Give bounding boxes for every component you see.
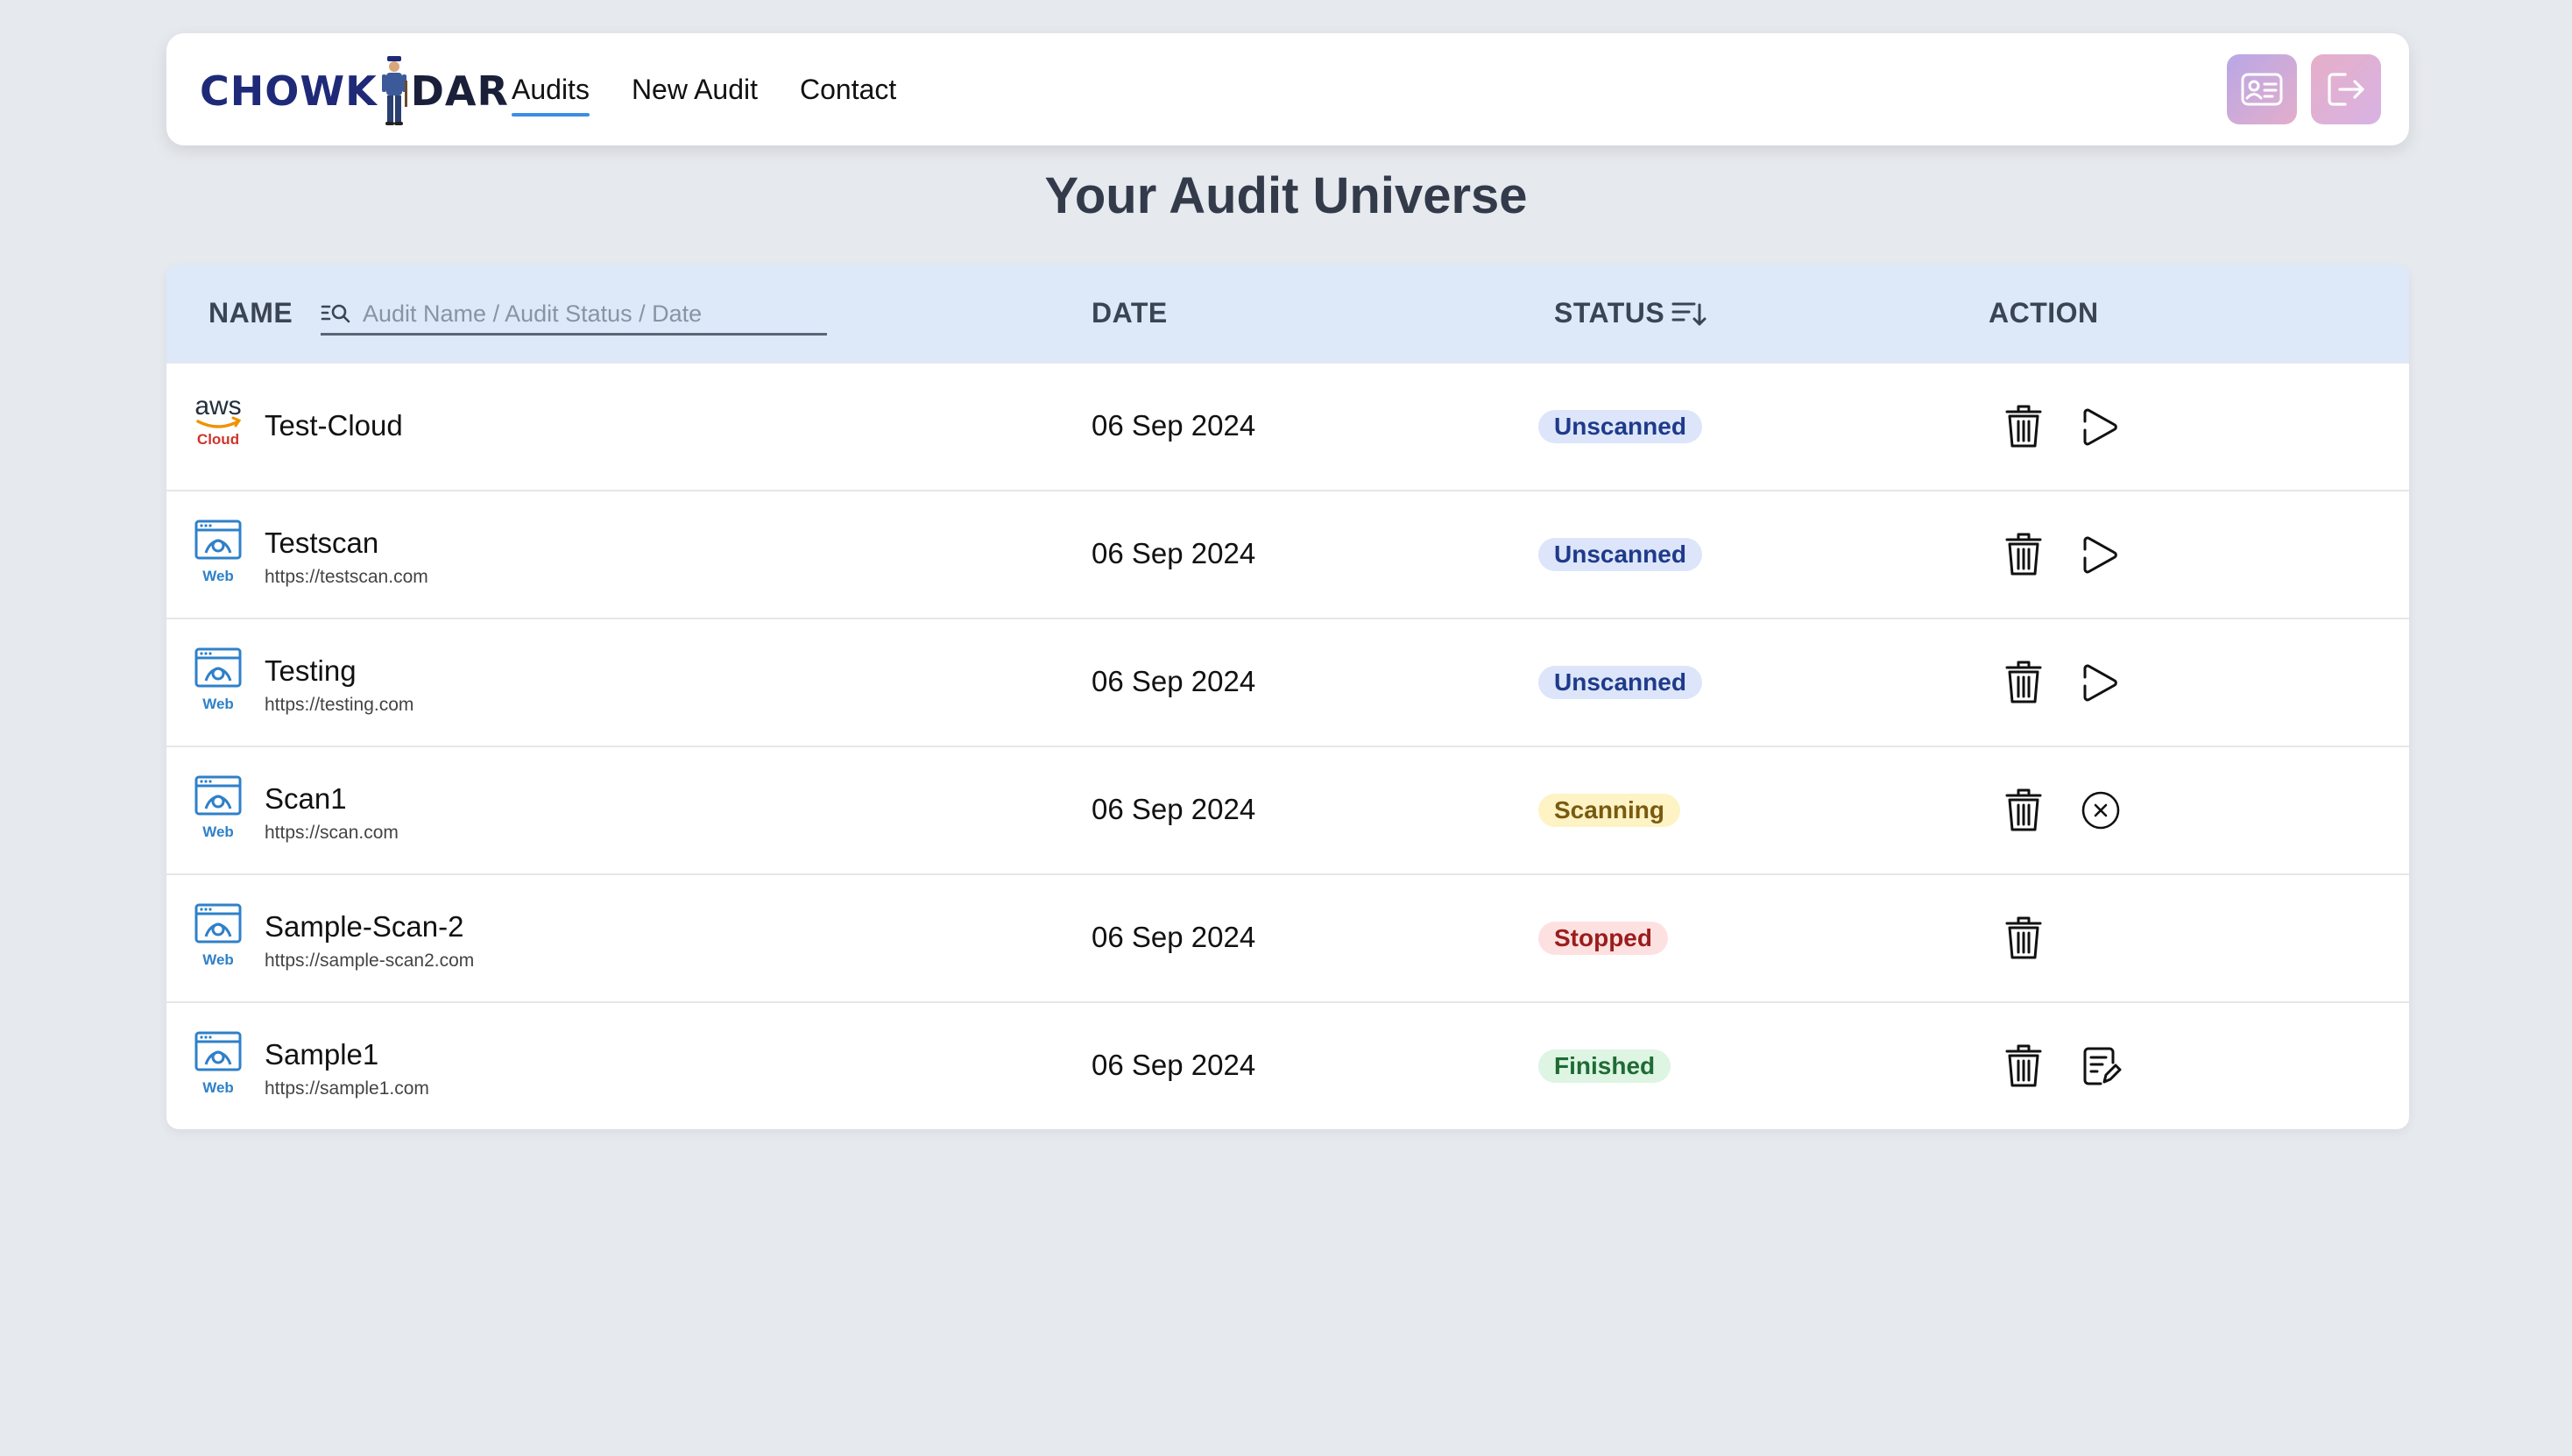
- column-header-name: NAME: [208, 297, 293, 329]
- logo-text-left: CHOWK: [200, 67, 378, 115]
- aws-cloud-icon: aws Cloud: [194, 392, 241, 448]
- table-row[interactable]: Web Sample-Scan-2 https://sample-scan2.c…: [166, 873, 2409, 1003]
- column-header-status: STATUS: [1554, 265, 1664, 362]
- nav-link-contact[interactable]: Contact: [800, 74, 896, 106]
- search-box: [321, 294, 827, 336]
- audit-url: https://scan.com: [265, 823, 399, 843]
- delete-button[interactable]: [1997, 656, 2050, 709]
- column-header-action: ACTION: [1989, 297, 2099, 329]
- page-title: Your Audit Universe: [1044, 167, 1528, 224]
- play-icon: [2083, 664, 2117, 702]
- id-card-icon: [2241, 73, 2283, 106]
- audit-date: 06 Sep 2024: [1092, 793, 1256, 825]
- table-row[interactable]: aws Cloud Test-Cloud 06 Sep 2024 Unscann…: [166, 362, 2409, 491]
- type-label: Cloud: [197, 431, 239, 448]
- audit-name[interactable]: Test-Cloud: [265, 409, 403, 442]
- play-icon: [2083, 536, 2117, 574]
- status-badge: Stopped: [1538, 922, 1668, 955]
- navbar: CHOWK DAR Audits New Audit Contact: [166, 33, 2409, 145]
- view-report-button[interactable]: [2074, 1040, 2127, 1092]
- start-scan-button[interactable]: [2074, 656, 2127, 709]
- table-row[interactable]: Web Testing https://testing.com 06 Sep 2…: [166, 618, 2409, 747]
- table-row[interactable]: Web Scan1 https://scan.com 06 Sep 2024 S…: [166, 746, 2409, 875]
- audit-url: https://testing.com: [265, 695, 414, 715]
- web-app-icon: Web: [194, 647, 242, 712]
- audit-date: 06 Sep 2024: [1092, 537, 1256, 569]
- type-label: Web: [202, 823, 234, 840]
- audits-table: NAME DATE STATUS ACTION aws: [166, 265, 2409, 1129]
- audit-date: 06 Sep 2024: [1092, 921, 1256, 953]
- status-badge: Unscanned: [1538, 538, 1702, 571]
- start-scan-button[interactable]: [2074, 400, 2127, 453]
- status-badge: Finished: [1538, 1050, 1671, 1083]
- audit-url: https://sample1.com: [265, 1078, 429, 1099]
- delete-button[interactable]: [1997, 784, 2050, 837]
- audit-url: https://sample-scan2.com: [265, 951, 475, 971]
- nav-link-audits[interactable]: Audits: [512, 74, 590, 117]
- delete-button[interactable]: [1997, 528, 2050, 581]
- delete-button[interactable]: [1997, 912, 2050, 965]
- status-header-label: STATUS: [1554, 297, 1665, 329]
- type-label: Web: [202, 951, 234, 968]
- audit-name[interactable]: Sample1: [265, 1038, 378, 1071]
- logo-text-right: DAR: [410, 67, 509, 115]
- nav-link-new-audit[interactable]: New Audit: [632, 74, 758, 106]
- web-app-icon: Web: [194, 775, 242, 840]
- logout-icon: [2328, 73, 2364, 106]
- type-label: Web: [202, 1079, 234, 1096]
- web-app-icon: Web: [194, 519, 242, 584]
- column-header-date: DATE: [1092, 297, 1168, 329]
- audit-name[interactable]: Testscan: [265, 527, 378, 560]
- table-row[interactable]: Web Sample1 https://sample1.com 06 Sep 2…: [166, 1001, 2409, 1129]
- trash-icon: [2005, 788, 2042, 831]
- trash-icon: [2005, 1044, 2042, 1087]
- close-circle-icon: [2081, 791, 2120, 830]
- report-edit-icon: [2083, 1047, 2122, 1085]
- logo[interactable]: CHOWK DAR: [200, 54, 509, 128]
- web-app-icon: Web: [194, 1031, 242, 1096]
- type-label: Web: [202, 568, 234, 584]
- delete-button[interactable]: [1997, 1040, 2050, 1092]
- aws-text: aws: [194, 392, 241, 421]
- play-icon: [2083, 408, 2117, 446]
- nav-links: Audits New Audit Contact: [512, 33, 938, 145]
- trash-icon: [2005, 533, 2042, 576]
- table-header: NAME DATE STATUS ACTION: [166, 265, 2409, 362]
- table-row[interactable]: Web Testscan https://testscan.com 06 Sep…: [166, 490, 2409, 619]
- status-badge: Scanning: [1538, 794, 1681, 827]
- audit-name[interactable]: Testing: [265, 654, 357, 688]
- trash-icon: [2005, 661, 2042, 703]
- audit-url: https://testscan.com: [265, 567, 428, 587]
- status-badge: Unscanned: [1538, 666, 1702, 699]
- audit-name[interactable]: Sample-Scan-2: [265, 910, 463, 944]
- trash-icon: [2005, 405, 2042, 448]
- audit-date: 06 Sep 2024: [1092, 1049, 1256, 1081]
- logout-button[interactable]: [2311, 54, 2381, 124]
- audit-name[interactable]: Scan1: [265, 782, 347, 816]
- profile-button[interactable]: [2227, 54, 2297, 124]
- trash-icon: [2005, 916, 2042, 959]
- web-app-icon: Web: [194, 903, 242, 968]
- delete-button[interactable]: [1997, 400, 2050, 453]
- watchman-logo-icon: [381, 56, 407, 125]
- type-label: Web: [202, 696, 234, 712]
- start-scan-button[interactable]: [2074, 528, 2127, 581]
- audit-date: 06 Sep 2024: [1092, 409, 1256, 442]
- stop-scan-button[interactable]: [2074, 784, 2127, 837]
- search-input[interactable]: [363, 300, 818, 328]
- sort-icon[interactable]: [1671, 300, 1708, 328]
- status-badge: Unscanned: [1538, 410, 1702, 443]
- audit-date: 06 Sep 2024: [1092, 665, 1256, 697]
- search-list-icon: [321, 304, 350, 323]
